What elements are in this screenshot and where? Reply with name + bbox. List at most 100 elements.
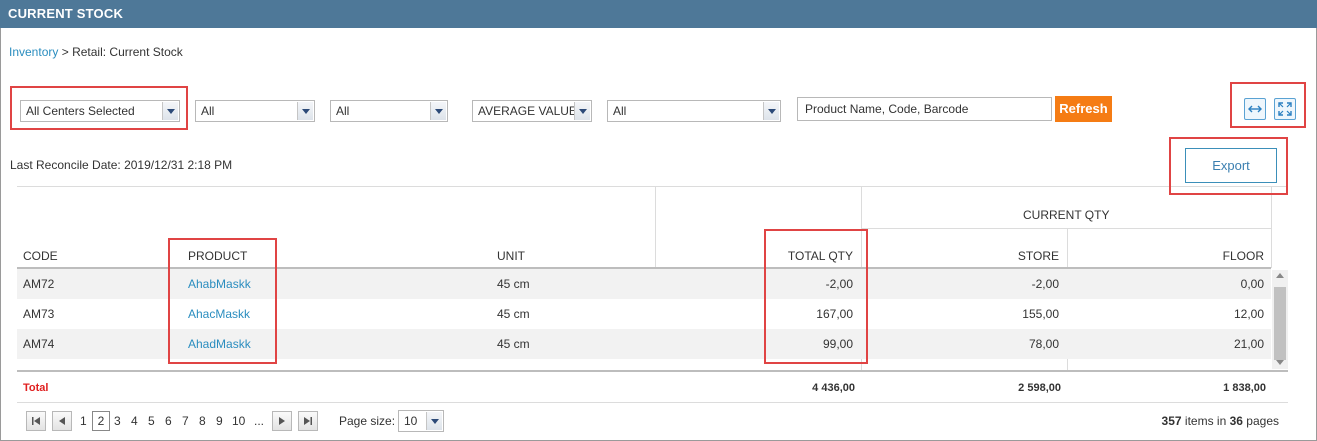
cell-floor: 0,00	[1240, 277, 1264, 291]
table-row[interactable]: AM73 AhacMaskk 45 cm 167,00 155,00 12,00	[17, 299, 1271, 329]
last-reconcile-date: Last Reconcile Date: 2019/12/31 2:18 PM	[10, 158, 232, 172]
cell-total-qty: 99,00	[822, 337, 853, 351]
arrows-horizontal-icon	[1248, 105, 1262, 113]
first-page-icon	[32, 417, 40, 425]
fullscreen-button[interactable]	[1274, 98, 1296, 120]
page-size-value: 10	[404, 414, 418, 428]
product-search-input[interactable]: Product Name, Code, Barcode	[797, 97, 1052, 121]
page-link[interactable]: 8	[199, 414, 206, 428]
table-row[interactable]: AM72 AhabMaskk 45 cm -2,00 -2,00 0,00	[17, 269, 1271, 299]
stock-table: CURRENT QTY CODE PRODUCT UNIT TOTAL QTY …	[17, 186, 1288, 403]
prev-page-icon	[59, 417, 65, 425]
page-size-select[interactable]: 10	[398, 410, 444, 432]
totals-floor: 1 838,00	[1223, 382, 1266, 394]
current-page: 2	[92, 411, 110, 431]
cell-code: AM74	[23, 337, 55, 351]
cell-unit: 45 cm	[497, 307, 530, 321]
pages-count: 36	[1229, 414, 1243, 428]
header-divider	[655, 186, 656, 268]
expand-horizontal-button[interactable]	[1244, 98, 1266, 120]
scrollbar-thumb[interactable]	[1274, 287, 1286, 360]
cell-floor: 21,00	[1233, 337, 1264, 351]
scroll-up-icon[interactable]	[1276, 273, 1284, 278]
page-size-label: Page size:	[339, 414, 396, 428]
page-link[interactable]: 10	[232, 414, 245, 428]
filter3-select-value: All	[336, 104, 350, 118]
column-header-code[interactable]: CODE	[23, 249, 58, 263]
header-divider-right	[1271, 186, 1272, 268]
chevron-down-icon[interactable]	[297, 102, 313, 120]
cell-code: AM72	[23, 277, 55, 291]
page-link[interactable]: 7	[182, 414, 189, 428]
filter5-select[interactable]: All	[607, 100, 781, 122]
current-qty-group-header: CURRENT QTY	[1023, 208, 1110, 222]
reconcile-label: Last Reconcile Date:	[10, 158, 121, 172]
next-page-icon	[279, 417, 285, 425]
column-header-store[interactable]: STORE	[1018, 249, 1059, 263]
table-top-border	[17, 186, 1288, 187]
fullscreen-icon	[1278, 102, 1292, 116]
chevron-down-icon[interactable]	[763, 102, 779, 120]
chevron-down-icon[interactable]	[426, 412, 442, 430]
breadcrumb: Inventory > Retail: Current Stock	[9, 45, 183, 59]
column-header-floor[interactable]: FLOOR	[1223, 249, 1264, 263]
cell-total-qty: -2,00	[825, 277, 853, 291]
page-ellipsis[interactable]: ...	[254, 414, 264, 428]
product-link[interactable]: AhadMaskk	[188, 337, 251, 351]
centers-select-value: All Centers Selected	[26, 104, 135, 118]
valuation-select[interactable]: AVERAGE VALUE	[472, 100, 592, 122]
cell-store: 78,00	[1028, 337, 1059, 351]
chevron-down-icon[interactable]	[574, 102, 590, 120]
column-header-unit[interactable]: UNIT	[497, 249, 525, 263]
filter2-select[interactable]: All	[195, 100, 315, 122]
table-scrollbar[interactable]	[1272, 270, 1288, 369]
breadcrumb-current: Retail: Current Stock	[72, 45, 183, 59]
prev-page-button[interactable]	[52, 411, 72, 431]
filter5-select-value: All	[613, 104, 627, 118]
cell-unit: 45 cm	[497, 277, 530, 291]
cell-store: -2,00	[1031, 277, 1059, 291]
table-row[interactable]: AM74 AhadMaskk 45 cm 99,00 78,00 21,00	[17, 329, 1271, 359]
valuation-select-value: AVERAGE VALUE	[478, 104, 577, 118]
cell-store: 155,00	[1022, 307, 1059, 321]
totals-top-border	[17, 370, 1288, 372]
next-page-button[interactable]	[272, 411, 292, 431]
product-link[interactable]: AhabMaskk	[188, 277, 251, 291]
breadcrumb-inventory-link[interactable]: Inventory	[9, 45, 58, 59]
pages-text: pages	[1246, 414, 1279, 428]
breadcrumb-separator: >	[61, 45, 69, 59]
items-summary: 357 items in 36 pages	[1162, 414, 1279, 428]
items-count: 357	[1161, 414, 1182, 428]
last-page-icon	[304, 417, 312, 425]
chevron-down-icon[interactable]	[430, 102, 446, 120]
column-header-product[interactable]: PRODUCT	[188, 249, 247, 263]
scroll-down-icon[interactable]	[1276, 360, 1284, 365]
items-text: items in	[1184, 414, 1227, 428]
page-link[interactable]: 4	[131, 414, 138, 428]
cell-total-qty: 167,00	[816, 307, 853, 321]
refresh-button[interactable]: Refresh	[1055, 96, 1112, 122]
cell-floor: 12,00	[1233, 307, 1264, 321]
product-link[interactable]: AhacMaskk	[188, 307, 250, 321]
column-header-total-qty[interactable]: TOTAL QTY	[788, 249, 853, 263]
filter2-select-value: All	[201, 104, 215, 118]
window-title: CURRENT STOCK	[0, 0, 1317, 28]
cell-code: AM73	[23, 307, 55, 321]
page-link[interactable]: 1	[80, 414, 87, 428]
page-link[interactable]: 9	[216, 414, 223, 428]
centers-select[interactable]: All Centers Selected	[20, 100, 180, 122]
page-link[interactable]: 5	[148, 414, 155, 428]
group-header-underline	[861, 228, 1271, 229]
pager: 1 2 3 4 5 6 7 8 9 10 ... Page size: 10 3…	[17, 403, 1288, 439]
totals-total-qty: 4 436,00	[812, 382, 855, 394]
cell-unit: 45 cm	[497, 337, 530, 351]
filter3-select[interactable]: All	[330, 100, 448, 122]
reconcile-value: 2019/12/31 2:18 PM	[124, 158, 233, 172]
export-button[interactable]: Export	[1185, 148, 1277, 183]
chevron-down-icon[interactable]	[162, 102, 178, 120]
first-page-button[interactable]	[26, 411, 46, 431]
totals-label: Total	[23, 382, 49, 394]
page-link[interactable]: 6	[165, 414, 172, 428]
page-link[interactable]: 3	[114, 414, 121, 428]
last-page-button[interactable]	[298, 411, 318, 431]
